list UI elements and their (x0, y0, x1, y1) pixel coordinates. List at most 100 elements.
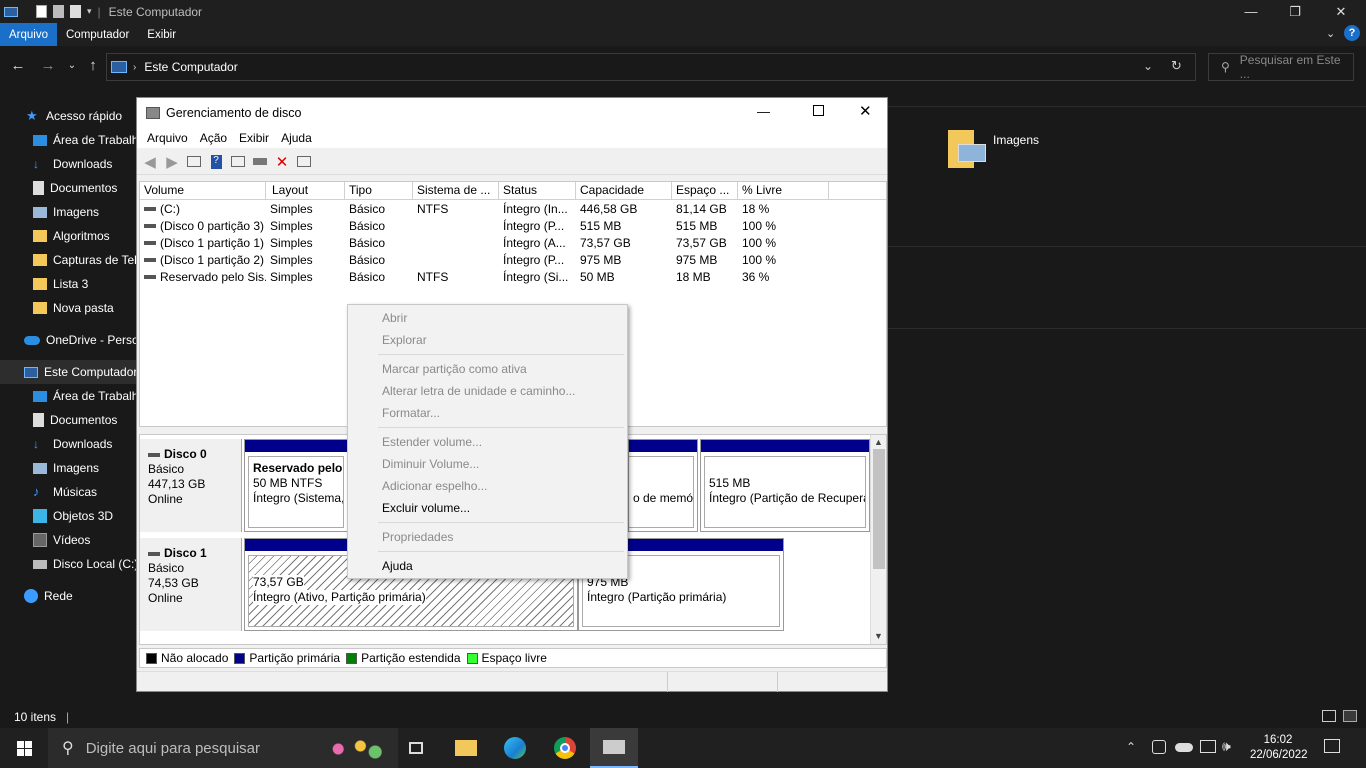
properties-icon[interactable] (36, 5, 47, 18)
sidebar-item-algoritmos[interactable]: Algoritmos (0, 224, 136, 248)
menu-item-excluir-volume[interactable]: Excluir volume... (382, 501, 470, 515)
tab-computador[interactable]: Computador (57, 23, 138, 46)
delete-icon[interactable]: ✕ (273, 153, 291, 171)
scrollbar-thumb[interactable] (873, 449, 885, 569)
network-tray-icon[interactable] (1200, 740, 1216, 753)
dm-maximize-button[interactable] (813, 105, 824, 116)
scroll-up-icon[interactable]: ▲ (874, 437, 883, 447)
sidebar-item-pc-desktop[interactable]: Área de Trabalho (0, 384, 136, 408)
sidebar-item-pc-music[interactable]: ♪ Músicas (0, 480, 136, 504)
sidebar-item-network[interactable]: Rede (0, 584, 136, 608)
help-book-icon[interactable]: ? (207, 153, 225, 171)
menu-item-explorar[interactable]: Explorar (382, 333, 427, 347)
tab-exibir[interactable]: Exibir (138, 23, 185, 46)
rename-icon[interactable] (70, 5, 81, 18)
sidebar-item-quick-access[interactable]: ★ Acesso rápido (0, 104, 136, 128)
col-volume[interactable]: Volume (140, 182, 266, 199)
volume-icon[interactable]: 🕪 (1222, 738, 1231, 755)
table-row[interactable]: Reservado pelo Sis... Simples Básico NTFS Ín… (140, 269, 886, 286)
large-icons-view-icon[interactable] (1343, 710, 1357, 722)
usb-icon[interactable] (1152, 740, 1166, 754)
new-folder-icon[interactable] (53, 5, 64, 18)
table-row[interactable]: (Disco 0 partição 3) Simples Básico Íntegro… (140, 218, 886, 235)
partition-disk0-c[interactable]: o de memó (628, 439, 698, 532)
sidebar-item-documents[interactable]: Documentos (0, 176, 136, 200)
qa-dropdown-icon[interactable]: ▾ (87, 6, 92, 17)
menu-exibir[interactable]: Exibir (233, 131, 275, 145)
connect-drive-icon[interactable] (251, 153, 269, 171)
col-tipo[interactable]: Tipo (345, 182, 413, 199)
back-arrow-icon[interactable]: ◀ (141, 153, 159, 171)
sidebar-item-nova-pasta[interactable]: Nova pasta (0, 296, 136, 320)
sidebar-item-pc-videos[interactable]: Vídeos (0, 528, 136, 552)
partition-disk0-recovery[interactable]: 515 MB Íntegro (Partição de Recupera (700, 439, 870, 532)
col-capacidade[interactable]: Capacidade (576, 182, 672, 199)
col-espaco[interactable]: Espaço ... (672, 182, 738, 199)
sidebar-item-desktop[interactable]: Área de Trabalho (0, 128, 136, 152)
sidebar-item-pc-downloads[interactable]: ↓ Downloads (0, 432, 136, 456)
menu-arquivo[interactable]: Arquivo (141, 131, 194, 145)
menu-item-ajuda[interactable]: Ajuda (382, 559, 413, 573)
sidebar-item-pictures[interactable]: Imagens (0, 200, 136, 224)
scroll-down-icon[interactable]: ▼ (874, 631, 883, 641)
details-view-icon[interactable] (1322, 710, 1336, 722)
menu-ajuda[interactable]: Ajuda (275, 131, 318, 145)
menu-item-estender[interactable]: Estender volume... (382, 435, 482, 449)
tab-arquivo[interactable]: Arquivo (0, 23, 57, 46)
refresh-icon[interactable]: ↻ (1171, 58, 1182, 74)
sidebar-item-pc-pictures[interactable]: Imagens (0, 456, 136, 480)
menu-item-diminuir[interactable]: Diminuir Volume... (382, 457, 479, 471)
menu-item-abrir[interactable]: Abrir (382, 311, 407, 325)
table-row[interactable]: (Disco 1 partição 2) Simples Básico Íntegro… (140, 252, 886, 269)
chrome-icon[interactable] (541, 728, 589, 768)
col-sistema[interactable]: Sistema de ... (413, 182, 499, 199)
disk-management-taskbar-icon[interactable] (590, 728, 638, 768)
partition-disk0-reserved[interactable]: Reservado pelo 50 MB NTFS Íntegro (Siste… (244, 439, 348, 532)
sidebar-item-pc-documents[interactable]: Documentos (0, 408, 136, 432)
address-bar[interactable]: › Este Computador ⌄ ↻ (106, 53, 1196, 81)
sidebar-item-pc-local-disk[interactable]: Disco Local (C:) (0, 552, 136, 576)
back-button[interactable]: ← (8, 56, 28, 76)
recent-locations-button[interactable]: ⌄ (62, 56, 82, 76)
forward-arrow-icon[interactable]: ▶ (163, 153, 181, 171)
properties-icon[interactable] (295, 153, 313, 171)
up-button[interactable]: ↑ (83, 56, 103, 76)
menu-item-alterar-letra[interactable]: Alterar letra de unidade e caminho... (382, 384, 575, 398)
sidebar-item-onedrive[interactable]: OneDrive - Personal (0, 328, 136, 352)
table-row[interactable]: (Disco 1 partição 1) Simples Básico Íntegro… (140, 235, 886, 252)
search-input[interactable]: ⚲ Pesquisar em Este ... (1208, 53, 1354, 81)
disk0-label[interactable]: Disco 0 Básico 447,13 GB Online (140, 439, 242, 532)
menu-item-formatar[interactable]: Formatar... (382, 406, 440, 420)
minimize-button[interactable]: — (1228, 0, 1274, 23)
menu-item-marcar-ativa[interactable]: Marcar partição como ativa (382, 362, 527, 376)
onedrive-tray-icon[interactable] (1175, 743, 1193, 752)
ribbon-collapse-icon[interactable]: ⌄ (1326, 27, 1335, 40)
clock[interactable]: 16:02 22/06/2022 (1250, 733, 1308, 763)
address-dropdown-icon[interactable]: ⌄ (1143, 59, 1153, 73)
sidebar-item-pc-3d-objects[interactable]: Objetos 3D (0, 504, 136, 528)
show-hidden-icons[interactable]: ⌃ (1126, 740, 1136, 754)
menu-acao[interactable]: Ação (194, 131, 233, 145)
taskbar-search[interactable]: ⚲ Digite aqui para pesquisar (48, 728, 398, 768)
sidebar-item-capturas[interactable]: Capturas de Tela (0, 248, 136, 272)
show-panel-icon[interactable] (229, 153, 247, 171)
menu-item-propriedades[interactable]: Propriedades (382, 530, 453, 544)
col-status[interactable]: Status (499, 182, 576, 199)
forward-button[interactable]: → (38, 56, 58, 76)
graph-scrollbar[interactable]: ▲ ▼ (870, 435, 886, 644)
restore-button[interactable]: ❐ (1272, 0, 1318, 23)
help-icon[interactable]: ? (1344, 25, 1360, 41)
disk1-label[interactable]: Disco 1 Básico 74,53 GB Online (140, 538, 242, 631)
close-button[interactable]: ✕ (1318, 0, 1364, 23)
dm-close-button[interactable]: ✕ (859, 102, 872, 120)
edge-icon[interactable] (491, 728, 539, 768)
start-button[interactable] (0, 728, 48, 768)
sidebar-item-downloads[interactable]: ↓ Downloads (0, 152, 136, 176)
notification-icon[interactable] (1324, 739, 1340, 753)
sidebar-item-lista3[interactable]: Lista 3 (0, 272, 136, 296)
show-hide-console-icon[interactable] (185, 153, 203, 171)
table-row[interactable]: (C:) Simples Básico NTFS Íntegro (In... 446,5… (140, 201, 886, 218)
col-layout[interactable]: Layout (268, 182, 345, 199)
file-explorer-icon[interactable] (442, 728, 490, 768)
menu-item-espelho[interactable]: Adicionar espelho... (382, 479, 487, 493)
